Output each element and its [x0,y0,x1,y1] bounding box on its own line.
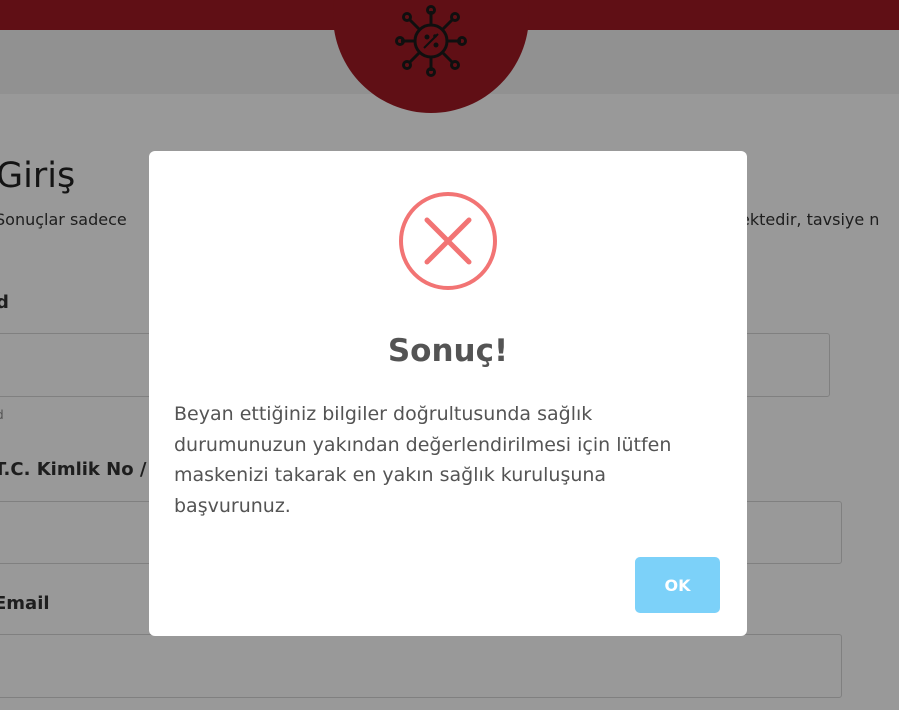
error-x-icon [399,192,497,290]
result-dialog: Sonuç! Beyan ettiğiniz bilgiler doğrultu… [149,151,747,636]
dialog-message: Beyan ettiğiniz bilgiler doğrultusunda s… [174,403,672,517]
page: Giriş Sonuçlar sadece ektedir, tavsiye n… [0,0,899,710]
ok-button[interactable]: OK [635,557,720,613]
dialog-title: Sonuç! [387,333,509,369]
